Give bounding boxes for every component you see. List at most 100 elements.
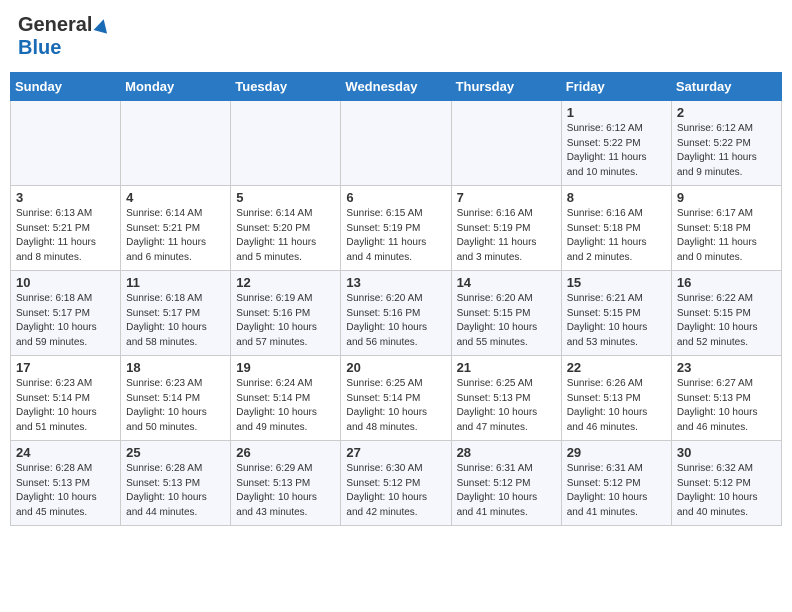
day-info: Sunrise: 6:15 AMSunset: 5:19 PMDaylight:…	[346, 207, 445, 265]
calendar-week-5: 24 Sunrise: 6:28 AMSunset: 5:13 PMDayligh…	[11, 441, 782, 526]
calendar-cell: 16Sunrise: 6:22 AMSunset: 5:15 PMDayligh…	[671, 271, 781, 356]
calendar-cell: 3 Sunrise: 6:13 AMSunset: 5:21 PMDaylight…	[11, 186, 121, 271]
calendar-cell: 9Sunrise: 6:17 AMSunset: 5:18 PMDaylight…	[671, 186, 781, 271]
calendar-cell: 29 Sunrise: 6:31 AMSunset: 5:12 PMDayligh…	[561, 441, 671, 526]
day-number: 7	[457, 190, 556, 205]
day-number: 25	[126, 445, 225, 460]
logo-general: General	[18, 14, 109, 37]
day-info: Sunrise: 6:16 AMSunset: 5:18 PMDaylight:…	[567, 207, 666, 265]
day-info: Sunrise: 6:20 AMSunset: 5:15 PMDaylight:…	[457, 292, 556, 350]
day-number: 10	[16, 275, 115, 290]
calendar-cell: 12 Sunrise: 6:19 AMSunset: 5:16 PMDayligh…	[231, 271, 341, 356]
day-number: 8	[567, 190, 666, 205]
day-number: 14	[457, 275, 556, 290]
day-number: 12	[236, 275, 335, 290]
day-number: 1	[567, 105, 666, 120]
calendar-cell: 26 Sunrise: 6:29 AMSunset: 5:13 PMDayligh…	[231, 441, 341, 526]
day-info: Sunrise: 6:13 AMSunset: 5:21 PMDaylight:…	[16, 207, 115, 265]
day-number: 11	[126, 275, 225, 290]
calendar-cell: 18 Sunrise: 6:23 AMSunset: 5:14 PMDayligh…	[121, 356, 231, 441]
day-info: Sunrise: 6:23 AMSunset: 5:14 PMDaylight:…	[126, 377, 225, 435]
calendar-cell: 2Sunrise: 6:12 AMSunset: 5:22 PMDaylight…	[671, 101, 781, 186]
day-info: Sunrise: 6:14 AMSunset: 5:20 PMDaylight:…	[236, 207, 335, 265]
day-number: 22	[567, 360, 666, 375]
calendar-cell: 15Sunrise: 6:21 AMSunset: 5:15 PMDayligh…	[561, 271, 671, 356]
day-number: 19	[236, 360, 335, 375]
calendar-week-4: 17 Sunrise: 6:23 AMSunset: 5:14 PMDayligh…	[11, 356, 782, 441]
calendar-header-row: SundayMondayTuesdayWednesdayThursdayFrid…	[11, 73, 782, 101]
day-info: Sunrise: 6:31 AMSunset: 5:12 PMDaylight:…	[457, 462, 556, 520]
day-info: Sunrise: 6:21 AMSunset: 5:15 PMDaylight:…	[567, 292, 666, 350]
day-number: 26	[236, 445, 335, 460]
day-info: Sunrise: 6:18 AMSunset: 5:17 PMDaylight:…	[126, 292, 225, 350]
day-number: 13	[346, 275, 445, 290]
calendar-cell	[121, 101, 231, 186]
calendar-cell: 30 Sunrise: 6:32 AMSunset: 5:12 PMDayligh…	[671, 441, 781, 526]
calendar-week-2: 3 Sunrise: 6:13 AMSunset: 5:21 PMDaylight…	[11, 186, 782, 271]
day-number: 5	[236, 190, 335, 205]
day-info: Sunrise: 6:25 AMSunset: 5:14 PMDaylight:…	[346, 377, 445, 435]
logo-container: General Blue	[18, 14, 109, 60]
day-number: 28	[457, 445, 556, 460]
day-info: Sunrise: 6:20 AMSunset: 5:16 PMDaylight:…	[346, 292, 445, 350]
day-info: Sunrise: 6:14 AMSunset: 5:21 PMDaylight:…	[126, 207, 225, 265]
calendar-header-sunday: Sunday	[11, 73, 121, 101]
calendar-cell: 24 Sunrise: 6:28 AMSunset: 5:13 PMDayligh…	[11, 441, 121, 526]
day-info: Sunrise: 6:32 AMSunset: 5:12 PMDaylight:…	[677, 462, 776, 520]
calendar-header-wednesday: Wednesday	[341, 73, 451, 101]
day-number: 27	[346, 445, 445, 460]
day-info: Sunrise: 6:12 AMSunset: 5:22 PMDaylight:…	[677, 122, 776, 180]
calendar-cell: 22 Sunrise: 6:26 AMSunset: 5:13 PMDayligh…	[561, 356, 671, 441]
day-info: Sunrise: 6:25 AMSunset: 5:13 PMDaylight:…	[457, 377, 556, 435]
calendar-cell	[451, 101, 561, 186]
day-info: Sunrise: 6:28 AMSunset: 5:13 PMDaylight:…	[126, 462, 225, 520]
calendar-cell: 7 Sunrise: 6:16 AMSunset: 5:19 PMDaylight…	[451, 186, 561, 271]
calendar-cell: 28 Sunrise: 6:31 AMSunset: 5:12 PMDayligh…	[451, 441, 561, 526]
calendar-week-3: 10 Sunrise: 6:18 AMSunset: 5:17 PMDayligh…	[11, 271, 782, 356]
calendar-header-friday: Friday	[561, 73, 671, 101]
calendar-week-1: 1 Sunrise: 6:12 AMSunset: 5:22 PMDaylight…	[11, 101, 782, 186]
day-number: 29	[567, 445, 666, 460]
calendar-cell: 17Sunrise: 6:23 AMSunset: 5:14 PMDayligh…	[11, 356, 121, 441]
day-info: Sunrise: 6:30 AMSunset: 5:12 PMDaylight:…	[346, 462, 445, 520]
day-number: 6	[346, 190, 445, 205]
day-number: 20	[346, 360, 445, 375]
day-number: 21	[457, 360, 556, 375]
day-info: Sunrise: 6:12 AMSunset: 5:22 PMDaylight:…	[567, 122, 666, 180]
day-number: 18	[126, 360, 225, 375]
calendar-cell: 11 Sunrise: 6:18 AMSunset: 5:17 PMDayligh…	[121, 271, 231, 356]
calendar-table: SundayMondayTuesdayWednesdayThursdayFrid…	[10, 72, 782, 526]
calendar-header-monday: Monday	[121, 73, 231, 101]
calendar-header-thursday: Thursday	[451, 73, 561, 101]
day-info: Sunrise: 6:18 AMSunset: 5:17 PMDaylight:…	[16, 292, 115, 350]
calendar-cell: 23Sunrise: 6:27 AMSunset: 5:13 PMDayligh…	[671, 356, 781, 441]
calendar-cell	[341, 101, 451, 186]
calendar-header-saturday: Saturday	[671, 73, 781, 101]
day-info: Sunrise: 6:29 AMSunset: 5:13 PMDaylight:…	[236, 462, 335, 520]
day-number: 24	[16, 445, 115, 460]
calendar-cell: 10 Sunrise: 6:18 AMSunset: 5:17 PMDayligh…	[11, 271, 121, 356]
day-info: Sunrise: 6:24 AMSunset: 5:14 PMDaylight:…	[236, 377, 335, 435]
calendar-cell: 8 Sunrise: 6:16 AMSunset: 5:18 PMDaylight…	[561, 186, 671, 271]
day-info: Sunrise: 6:16 AMSunset: 5:19 PMDaylight:…	[457, 207, 556, 265]
calendar-cell: 6 Sunrise: 6:15 AMSunset: 5:19 PMDaylight…	[341, 186, 451, 271]
calendar-cell	[231, 101, 341, 186]
day-info: Sunrise: 6:22 AMSunset: 5:15 PMDaylight:…	[677, 292, 776, 350]
day-number: 17	[16, 360, 115, 375]
calendar-cell: 20 Sunrise: 6:25 AMSunset: 5:14 PMDayligh…	[341, 356, 451, 441]
calendar-cell: 1 Sunrise: 6:12 AMSunset: 5:22 PMDaylight…	[561, 101, 671, 186]
calendar-cell: 25 Sunrise: 6:28 AMSunset: 5:13 PMDayligh…	[121, 441, 231, 526]
page-header: General Blue	[10, 10, 782, 64]
day-number: 9	[677, 190, 776, 205]
day-number: 30	[677, 445, 776, 460]
calendar-cell: 4 Sunrise: 6:14 AMSunset: 5:21 PMDaylight…	[121, 186, 231, 271]
calendar-cell	[11, 101, 121, 186]
day-info: Sunrise: 6:19 AMSunset: 5:16 PMDaylight:…	[236, 292, 335, 350]
day-info: Sunrise: 6:31 AMSunset: 5:12 PMDaylight:…	[567, 462, 666, 520]
day-info: Sunrise: 6:26 AMSunset: 5:13 PMDaylight:…	[567, 377, 666, 435]
day-info: Sunrise: 6:28 AMSunset: 5:13 PMDaylight:…	[16, 462, 115, 520]
day-number: 4	[126, 190, 225, 205]
day-number: 23	[677, 360, 776, 375]
day-number: 3	[16, 190, 115, 205]
calendar-cell: 13 Sunrise: 6:20 AMSunset: 5:16 PMDayligh…	[341, 271, 451, 356]
